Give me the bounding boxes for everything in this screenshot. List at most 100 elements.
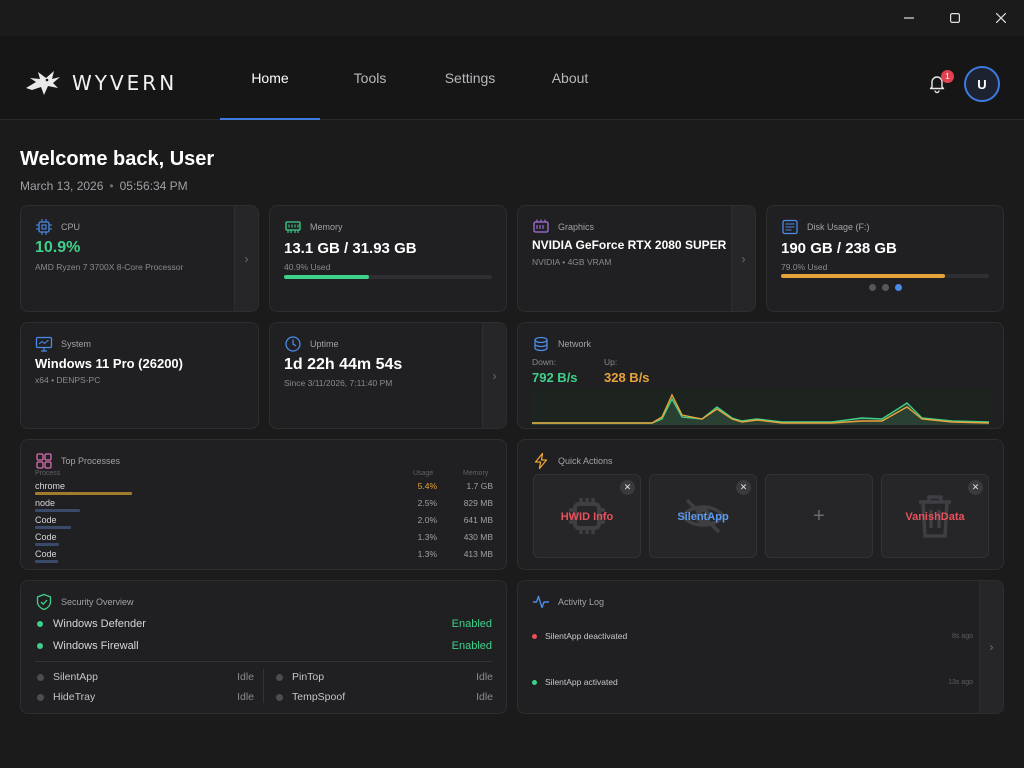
maximize-icon	[950, 13, 960, 23]
process-name: node	[35, 498, 56, 508]
upload-speed: 328 B/s	[604, 370, 650, 385]
tab-home[interactable]: Home	[220, 36, 320, 120]
memory-icon	[285, 221, 301, 233]
disk-card[interactable]: Disk Usage (F:) 190 GB / 238 GB 79.0% Us…	[766, 205, 1004, 312]
remove-action-button[interactable]: ✕	[968, 480, 983, 495]
log-text: SilentApp activated	[545, 677, 618, 687]
uptime-label: Uptime	[310, 339, 339, 349]
process-memory: 1.7 GB	[466, 481, 493, 491]
plus-icon: +	[813, 505, 825, 527]
pager-dot-1[interactable]	[869, 284, 876, 291]
tool-status-silentapp: SilentApp Idle	[35, 670, 254, 684]
process-usage-bar	[35, 509, 80, 512]
gpu-name: NVIDIA GeForce RTX 2080 SUPER	[532, 238, 727, 252]
quick-action-label: SilentApp	[677, 511, 729, 523]
monitor-icon	[35, 336, 53, 352]
memory-percent: 40.9% Used	[284, 262, 331, 272]
network-icon	[534, 336, 548, 352]
download-speed: 792 B/s	[532, 370, 578, 385]
activity-expand-button[interactable]: ›	[979, 581, 1003, 713]
uptime-expand-button[interactable]: ›	[482, 323, 506, 428]
status-dot	[37, 621, 43, 627]
status-badge: Idle	[476, 691, 493, 703]
chevron-right-icon: ›	[741, 251, 746, 266]
memory-card[interactable]: Memory 13.1 GB / 31.93 GB 40.9% Used	[269, 205, 507, 312]
remove-action-button[interactable]: ✕	[736, 480, 751, 495]
disk-percent: 79.0% Used	[781, 262, 828, 272]
wyvern-logo-icon	[26, 71, 60, 95]
system-card: System Windows 11 Pro (26200) x64 • DENP…	[20, 322, 259, 429]
cpu-card[interactable]: CPU 10.9% AMD Ryzen 7 3700X 8-Core Proce…	[20, 205, 259, 312]
download-label: Down:	[532, 357, 557, 367]
quick-action-silentapp[interactable]: SilentApp ✕	[649, 474, 757, 558]
disk-bar-fill	[781, 274, 946, 278]
process-usage: 2.5%	[417, 498, 437, 508]
tool-status-hidetray: HideTray Idle	[35, 690, 254, 704]
remove-action-button[interactable]: ✕	[620, 480, 635, 495]
tab-settings[interactable]: Settings	[420, 36, 520, 120]
process-name: Code	[35, 532, 57, 542]
disk-value: 190 GB / 238 GB	[781, 240, 897, 257]
close-icon	[996, 13, 1006, 23]
process-memory: 430 MB	[463, 532, 493, 542]
upload-label: Up:	[604, 357, 618, 367]
graphics-expand-button[interactable]: ›	[731, 206, 755, 311]
lightning-icon	[534, 452, 548, 470]
close-icon: ✕	[739, 482, 748, 492]
tab-label: Tools	[353, 70, 387, 86]
process-usage: 1.3%	[417, 532, 437, 542]
column-usage: Usage	[413, 470, 434, 477]
process-name: Code	[35, 515, 57, 525]
graphics-card[interactable]: Graphics NVIDIA GeForce RTX 2080 SUPER N…	[517, 205, 756, 312]
close-window-button[interactable]	[978, 0, 1024, 36]
network-card: Network Down: 792 B/s Up: 328 B/s	[517, 322, 1004, 429]
pager-dot-2[interactable]	[882, 284, 889, 291]
activity-title: Activity Log	[558, 597, 605, 607]
quick-action-label: HWID Info	[560, 511, 614, 523]
quick-action-label: VanishData	[905, 511, 965, 523]
status-badge: Idle	[237, 691, 254, 703]
process-usage-bar	[35, 492, 132, 495]
process-name: chrome	[35, 481, 66, 491]
cpu-usage-value: 10.9%	[35, 239, 81, 256]
security-card: Security Overview Windows Defender Enabl…	[20, 580, 507, 714]
status-dot	[37, 643, 43, 649]
chevron-right-icon: ›	[492, 368, 497, 383]
memory-bar	[284, 275, 492, 279]
tab-about[interactable]: About	[520, 36, 620, 120]
tab-tools[interactable]: Tools	[320, 36, 420, 120]
maximize-button[interactable]	[932, 0, 978, 36]
status-dot	[276, 693, 283, 701]
notification-badge: 1	[941, 70, 954, 83]
shield-icon	[36, 593, 52, 611]
cpu-label: CPU	[61, 222, 81, 232]
security-title: Security Overview	[61, 597, 134, 607]
column-process: Process	[35, 470, 61, 477]
add-quick-action-button[interactable]: +	[765, 474, 873, 558]
status-dot	[276, 673, 283, 681]
activity-log-card[interactable]: Activity Log SilentApp deactivated 8s ag…	[517, 580, 1004, 714]
disk-bar	[781, 274, 989, 278]
process-memory: 641 MB	[463, 515, 493, 525]
memory-value: 13.1 GB / 31.93 GB	[284, 240, 417, 257]
clock-icon	[285, 336, 301, 352]
tab-label: Settings	[444, 70, 496, 86]
uptime-card[interactable]: Uptime 1d 22h 44m 54s Since 3/11/2026, 7…	[269, 322, 507, 429]
active-tab-indicator	[220, 118, 320, 120]
pager-dot-3[interactable]	[895, 284, 902, 291]
quick-action-vanishdata[interactable]: VanishData ✕	[881, 474, 989, 558]
log-entry: SilentApp activated 13s ago	[532, 676, 973, 688]
minimize-button[interactable]	[886, 0, 932, 36]
avatar[interactable]: U	[964, 66, 1000, 102]
gpu-details: NVIDIA • 4GB VRAM	[532, 257, 612, 267]
processes-title: Top Processes	[61, 456, 121, 466]
tool-name: HideTray	[53, 691, 96, 703]
quick-action-hwid-info[interactable]: HWID Info ✕	[533, 474, 641, 558]
process-usage: 5.4%	[417, 481, 437, 491]
process-memory: 829 MB	[463, 498, 493, 508]
divider	[263, 669, 264, 703]
cpu-expand-button[interactable]: ›	[234, 206, 258, 311]
close-icon: ✕	[971, 482, 980, 492]
app-logo[interactable]: WYVERN	[24, 68, 177, 98]
security-item-name: Windows Firewall	[53, 640, 139, 652]
